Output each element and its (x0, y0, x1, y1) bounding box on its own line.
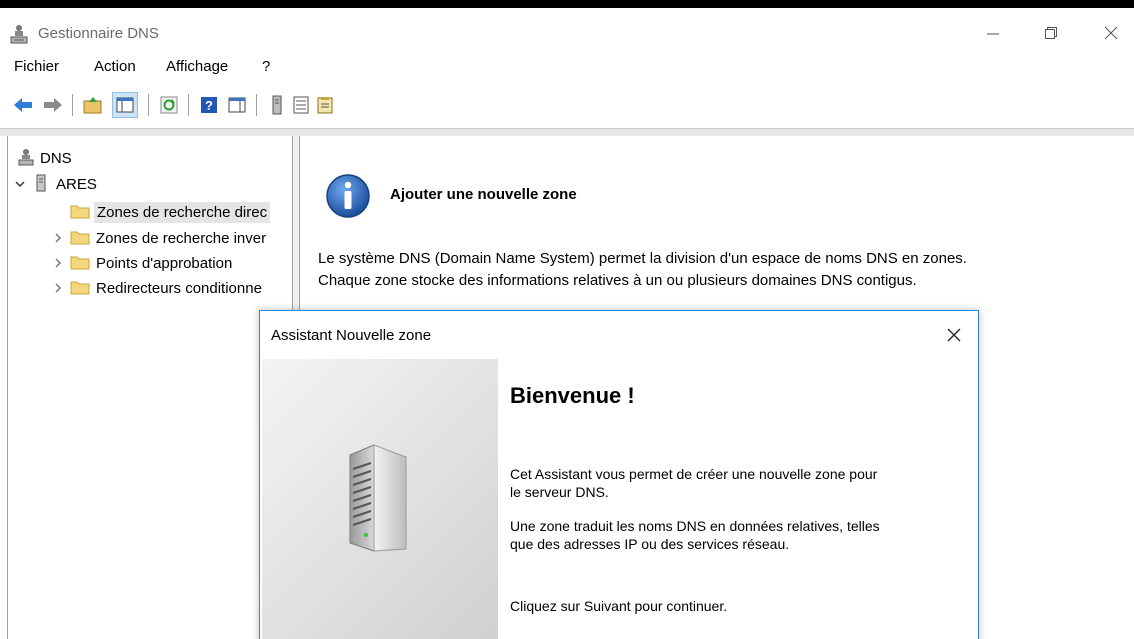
tree-label: ARES (56, 175, 97, 193)
chevron-down-icon[interactable] (14, 178, 26, 190)
wizard-line: le serveur DNS. (510, 484, 609, 500)
menu-bar: Fichier Action Affichage ? (0, 52, 1134, 82)
wizard-instruction: Cliquez sur Suivant pour continuer. (510, 598, 728, 614)
help-icon[interactable]: ? (198, 94, 220, 116)
info-line: Chaque zone stocke des informations rela… (318, 272, 917, 289)
tree-item-dns[interactable]: DNS (18, 146, 72, 170)
toolbar-separator (256, 94, 257, 116)
dns-manager-icon (18, 148, 34, 169)
new-zone-wizard-dialog: Assistant Nouvelle zone Bienvenue ! Cet … (259, 310, 979, 639)
menu-action[interactable]: Action (94, 58, 136, 75)
folder-icon (70, 229, 90, 248)
tree-item-conditional-forwarders[interactable]: Redirecteurs conditionne (52, 276, 262, 300)
tree-item-trust-points[interactable]: Points d'approbation (52, 251, 232, 275)
menu-fichier[interactable]: Fichier (14, 58, 59, 75)
info-line: Le système DNS (Domain Name System) perm… (318, 250, 967, 267)
console-tree-toggle-icon[interactable] (112, 92, 138, 118)
close-button[interactable] (1088, 16, 1134, 50)
console-tree: DNS ARES Zones de recherche direc Zones … (7, 136, 293, 639)
toolbar-separator (72, 94, 73, 116)
tree-label: DNS (40, 149, 72, 167)
action-pane-icon[interactable] (226, 94, 248, 116)
close-icon[interactable] (944, 325, 964, 345)
minimize-button[interactable] (970, 16, 1016, 50)
info-description: Le système DNS (Domain Name System) perm… (318, 248, 967, 292)
wizard-heading: Bienvenue ! (510, 383, 635, 408)
top-edge (0, 0, 1134, 8)
folder-icon (70, 203, 90, 222)
toolbar-divider (0, 128, 1134, 136)
toolbar-separator (188, 94, 189, 116)
tree-label: Zones de recherche inver (96, 229, 267, 247)
up-folder-icon[interactable] (82, 94, 104, 116)
folder-icon (70, 279, 90, 298)
back-arrow-icon[interactable] (12, 94, 34, 116)
list-icon[interactable] (290, 94, 312, 116)
svg-text:?: ? (205, 98, 213, 113)
server-icon[interactable] (266, 94, 288, 116)
window-title: Gestionnaire DNS (38, 25, 159, 42)
wizard-line: que des adresses IP ou des services rése… (510, 536, 790, 552)
info-icon (324, 172, 372, 223)
chevron-right-icon[interactable] (52, 282, 64, 294)
wizard-line: Une zone traduit les noms DNS en données… (510, 518, 880, 534)
forward-arrow-icon[interactable] (42, 94, 64, 116)
tree-item-forward-zones[interactable]: Zones de recherche direc (70, 200, 271, 224)
tree-item-ares[interactable]: ARES (14, 172, 97, 196)
chevron-right-icon[interactable] (52, 257, 64, 269)
wizard-side-panel (262, 359, 498, 639)
toolbar-separator (148, 94, 149, 116)
chevron-right-icon[interactable] (52, 232, 64, 244)
tree-item-reverse-zones[interactable]: Zones de recherche inver (52, 226, 266, 250)
dialog-title: Assistant Nouvelle zone (271, 327, 432, 344)
properties-icon[interactable] (314, 94, 336, 116)
server-icon (36, 174, 46, 195)
wizard-line: Cet Assistant vous permet de créer une n… (510, 466, 878, 482)
server-tower-icon (344, 439, 424, 562)
restore-button[interactable] (1028, 16, 1074, 50)
toolbar: ? (0, 84, 1134, 124)
tree-label: Points d'approbation (96, 254, 233, 272)
menu-affichage[interactable]: Affichage (166, 58, 228, 75)
wizard-paragraph: Une zone traduit les noms DNS en données… (510, 517, 930, 553)
tree-label: Redirecteurs conditionne (96, 279, 262, 297)
refresh-icon[interactable] (158, 94, 180, 116)
tree-label: Zones de recherche direc (94, 201, 271, 223)
menu-help[interactable]: ? (262, 58, 270, 75)
info-title: Ajouter une nouvelle zone (390, 186, 577, 203)
folder-icon (70, 254, 90, 273)
dns-manager-icon (10, 24, 28, 44)
title-bar: Gestionnaire DNS (0, 8, 1134, 52)
wizard-paragraph: Cet Assistant vous permet de créer une n… (510, 465, 930, 501)
